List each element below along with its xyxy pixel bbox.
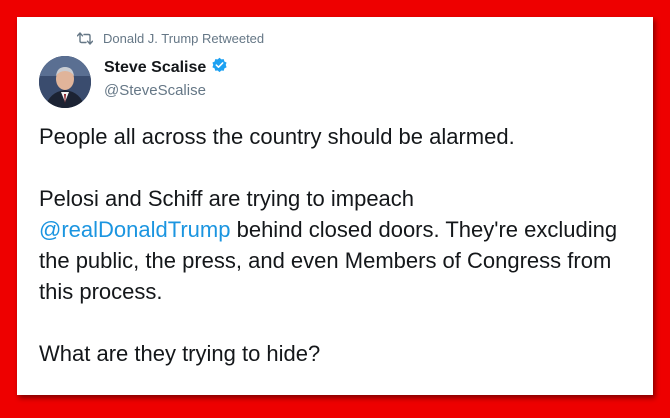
retweet-icon bbox=[77, 31, 93, 45]
tweet-paragraph-2: Pelosi and Schiff are trying to impeach @… bbox=[39, 183, 639, 307]
verified-badge-icon bbox=[211, 57, 228, 79]
retweet-context[interactable]: Donald J. Trump Retweeted bbox=[77, 29, 264, 47]
red-frame: Donald J. Trump Retweeted Steve Scalise bbox=[0, 0, 670, 418]
author-block: Steve Scalise @SteveScalise bbox=[104, 57, 228, 99]
author-handle[interactable]: @SteveScalise bbox=[104, 82, 228, 99]
tweet-paragraph-1: People all across the country should be … bbox=[39, 124, 515, 149]
tweet-paragraph-3: What are they trying to hide? bbox=[39, 341, 321, 366]
tweet-card: Donald J. Trump Retweeted Steve Scalise bbox=[17, 17, 653, 395]
tweet-text: People all across the country should be … bbox=[39, 121, 639, 369]
avatar[interactable] bbox=[39, 56, 91, 108]
tweet-paragraph-2-start: Pelosi and Schiff are trying to impeach bbox=[39, 186, 415, 211]
mention-link[interactable]: @realDonaldTrump bbox=[39, 217, 230, 242]
retweet-label: Donald J. Trump Retweeted bbox=[103, 30, 265, 46]
author-display-name[interactable]: Steve Scalise bbox=[104, 59, 206, 77]
